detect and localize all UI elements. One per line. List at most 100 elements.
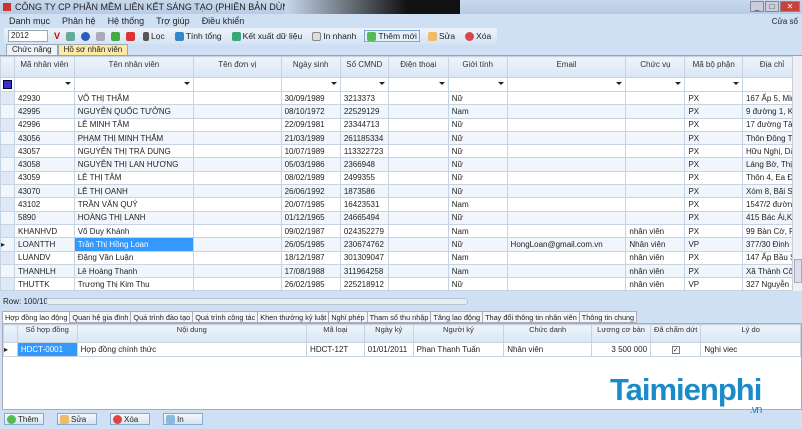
row-indicator[interactable]	[0, 170, 15, 186]
table-cell[interactable]: 301309047	[339, 250, 389, 265]
table-cell[interactable]: Nữ	[447, 184, 508, 199]
table-cell[interactable]: 05/03/1986	[280, 157, 341, 172]
table-cell[interactable]	[506, 210, 627, 225]
menu-tro-giup[interactable]: Trợ giúp	[156, 16, 190, 26]
column-header[interactable]: Số hợp đồng	[16, 324, 78, 343]
table-cell[interactable]: 024352279	[339, 223, 389, 239]
table-row[interactable]: ▸ LOANTTH Trần Thị Hồng Loan 26/05/1985 2306…	[0, 237, 802, 252]
table-cell[interactable]: PX	[684, 250, 743, 265]
table-cell[interactable]: Trương Thị Kim Thu	[73, 277, 195, 291]
table-cell[interactable]	[193, 210, 282, 225]
table-cell[interactable]	[506, 184, 627, 199]
table-cell[interactable]: KHANHVD	[14, 223, 75, 239]
edit-button[interactable]: Sửa	[426, 31, 457, 41]
table-cell[interactable]: Võ Duy Khánh	[73, 223, 195, 239]
column-header[interactable]: Lương cơ bản	[591, 324, 652, 343]
table-cell[interactable]	[506, 157, 627, 172]
table-cell[interactable]: Trần Thị Hồng Loan	[73, 237, 195, 252]
table-cell[interactable]	[625, 104, 686, 119]
table-cell[interactable]: 2499355	[339, 170, 389, 186]
table-cell[interactable]: Nữ	[447, 130, 508, 146]
close-button[interactable]: ✕	[780, 1, 800, 12]
terminated-checkbox[interactable]: ✓	[671, 346, 680, 354]
table-cell[interactable]: LÊ THỊ TÂM	[73, 170, 195, 186]
column-filter-input[interactable]	[387, 77, 449, 92]
table-cell[interactable]: Lê Hoàng Thanh	[73, 263, 195, 279]
table-cell[interactable]: 21/03/1989	[280, 130, 341, 146]
table-cell[interactable]: NGUYỄN THỊ TRÀ DUNG	[73, 144, 195, 159]
chevron-down-icon[interactable]	[330, 82, 337, 88]
table-cell[interactable]	[387, 250, 449, 265]
menu-dieu-khien[interactable]: Điều khiển	[202, 16, 245, 26]
table-cell[interactable]: VP	[684, 237, 743, 252]
table-cell[interactable]	[193, 237, 282, 252]
chevron-down-icon[interactable]	[378, 82, 385, 88]
column-header[interactable]: Ngày ký	[363, 324, 414, 343]
table-cell[interactable]	[193, 184, 282, 199]
column-header[interactable]: Chức vụ	[625, 56, 686, 78]
table-cell[interactable]: 22/09/1981	[280, 117, 341, 132]
table-cell[interactable]	[625, 197, 686, 212]
menu-he-thong[interactable]: Hệ thống	[108, 16, 145, 26]
column-header[interactable]: Số CMND	[339, 56, 389, 78]
column-header[interactable]: Mã nhân viên	[14, 56, 75, 78]
column-filter-input[interactable]	[625, 77, 686, 92]
column-header[interactable]: Giới tính	[447, 56, 508, 78]
bottom-add-button[interactable]: Thêm	[4, 413, 44, 425]
column-header[interactable]: Lý do	[700, 324, 801, 343]
table-cell[interactable]	[193, 197, 282, 212]
table-cell[interactable]: PX	[684, 157, 743, 172]
table-row[interactable]: LUANDV Đặng Văn Luận 18/12/1987 301309047 Na…	[0, 250, 802, 265]
table-cell[interactable]	[506, 170, 627, 186]
table-cell[interactable]: NGUYỄN THỊ LAN HƯƠNG	[73, 157, 195, 172]
table-cell[interactable]: 09/02/1987	[280, 223, 341, 239]
row-indicator[interactable]	[0, 157, 15, 172]
row-indicator[interactable]: ▸	[3, 342, 18, 357]
table-cell[interactable]: nhân viên	[625, 263, 686, 279]
table-cell[interactable]	[387, 197, 449, 212]
table-cell[interactable]: LOANTTH	[14, 237, 75, 252]
table-row[interactable]: 43070 LÊ THỊ OANH 26/06/1992 1873586 Nữ PX Xóm…	[0, 184, 802, 199]
detail-tab[interactable]: Khen thưởng kỷ luật	[257, 311, 330, 323]
table-cell[interactable]: PX	[684, 197, 743, 212]
detail-tab[interactable]: Quá trình công tác	[192, 311, 259, 323]
table-cell[interactable]: 24665494	[339, 210, 389, 225]
table-cell[interactable]: Nữ	[447, 170, 508, 186]
table-cell[interactable]: Nghi viec	[700, 342, 801, 357]
column-header[interactable]: Email	[506, 56, 627, 78]
table-cell[interactable]	[193, 157, 282, 172]
row-indicator[interactable]	[0, 263, 15, 279]
table-cell[interactable]: HOÀNG THỊ LANH	[73, 210, 195, 225]
detail-tab[interactable]: Quan hệ gia đình	[69, 311, 132, 323]
table-cell[interactable]	[506, 130, 627, 146]
column-header[interactable]: Mã loại	[306, 324, 365, 343]
sum-button[interactable]: Tính tổng	[173, 31, 224, 41]
table-cell[interactable]: TRẦN VĂN QUÝ	[73, 197, 195, 212]
table-cell[interactable]: VP	[684, 277, 743, 291]
table-cell[interactable]	[193, 117, 282, 132]
table-cell[interactable]	[193, 104, 282, 119]
refresh-icon[interactable]	[111, 31, 121, 41]
detail-tab[interactable]: Quá trình đào tạo	[130, 311, 194, 323]
table-cell[interactable]: LÊ MINH TÂM	[73, 117, 195, 132]
table-cell[interactable]	[387, 104, 449, 119]
table-cell[interactable]: PX	[684, 210, 743, 225]
table-cell[interactable]: 3213373	[339, 90, 389, 106]
table-cell[interactable]: 08/02/1989	[280, 170, 341, 186]
exit-icon[interactable]	[126, 31, 136, 41]
row-indicator[interactable]	[0, 250, 15, 265]
table-cell[interactable]	[387, 90, 449, 106]
row-indicator[interactable]: ▸	[0, 237, 15, 252]
table-cell[interactable]: 26/06/1992	[280, 184, 341, 199]
column-header[interactable]: Người ký	[412, 324, 505, 343]
table-cell[interactable]: HDCT-0001	[16, 342, 78, 357]
table-cell[interactable]	[506, 197, 627, 212]
detail-tab[interactable]: Thay đổi thông tin nhân viên	[482, 311, 580, 323]
table-cell[interactable]: PX	[684, 117, 743, 132]
delete-button[interactable]: Xóa	[463, 31, 493, 41]
table-cell[interactable]: HongLoan@gmail.com.vn	[506, 237, 627, 252]
table-row[interactable]: 5890 HOÀNG THỊ LANH 01/12/1965 24665494 Nữ PX…	[0, 210, 802, 225]
table-cell[interactable]: PX	[684, 104, 743, 119]
table-cell[interactable]: PX	[684, 184, 743, 199]
column-header[interactable]: Mã bộ phận	[684, 56, 743, 78]
